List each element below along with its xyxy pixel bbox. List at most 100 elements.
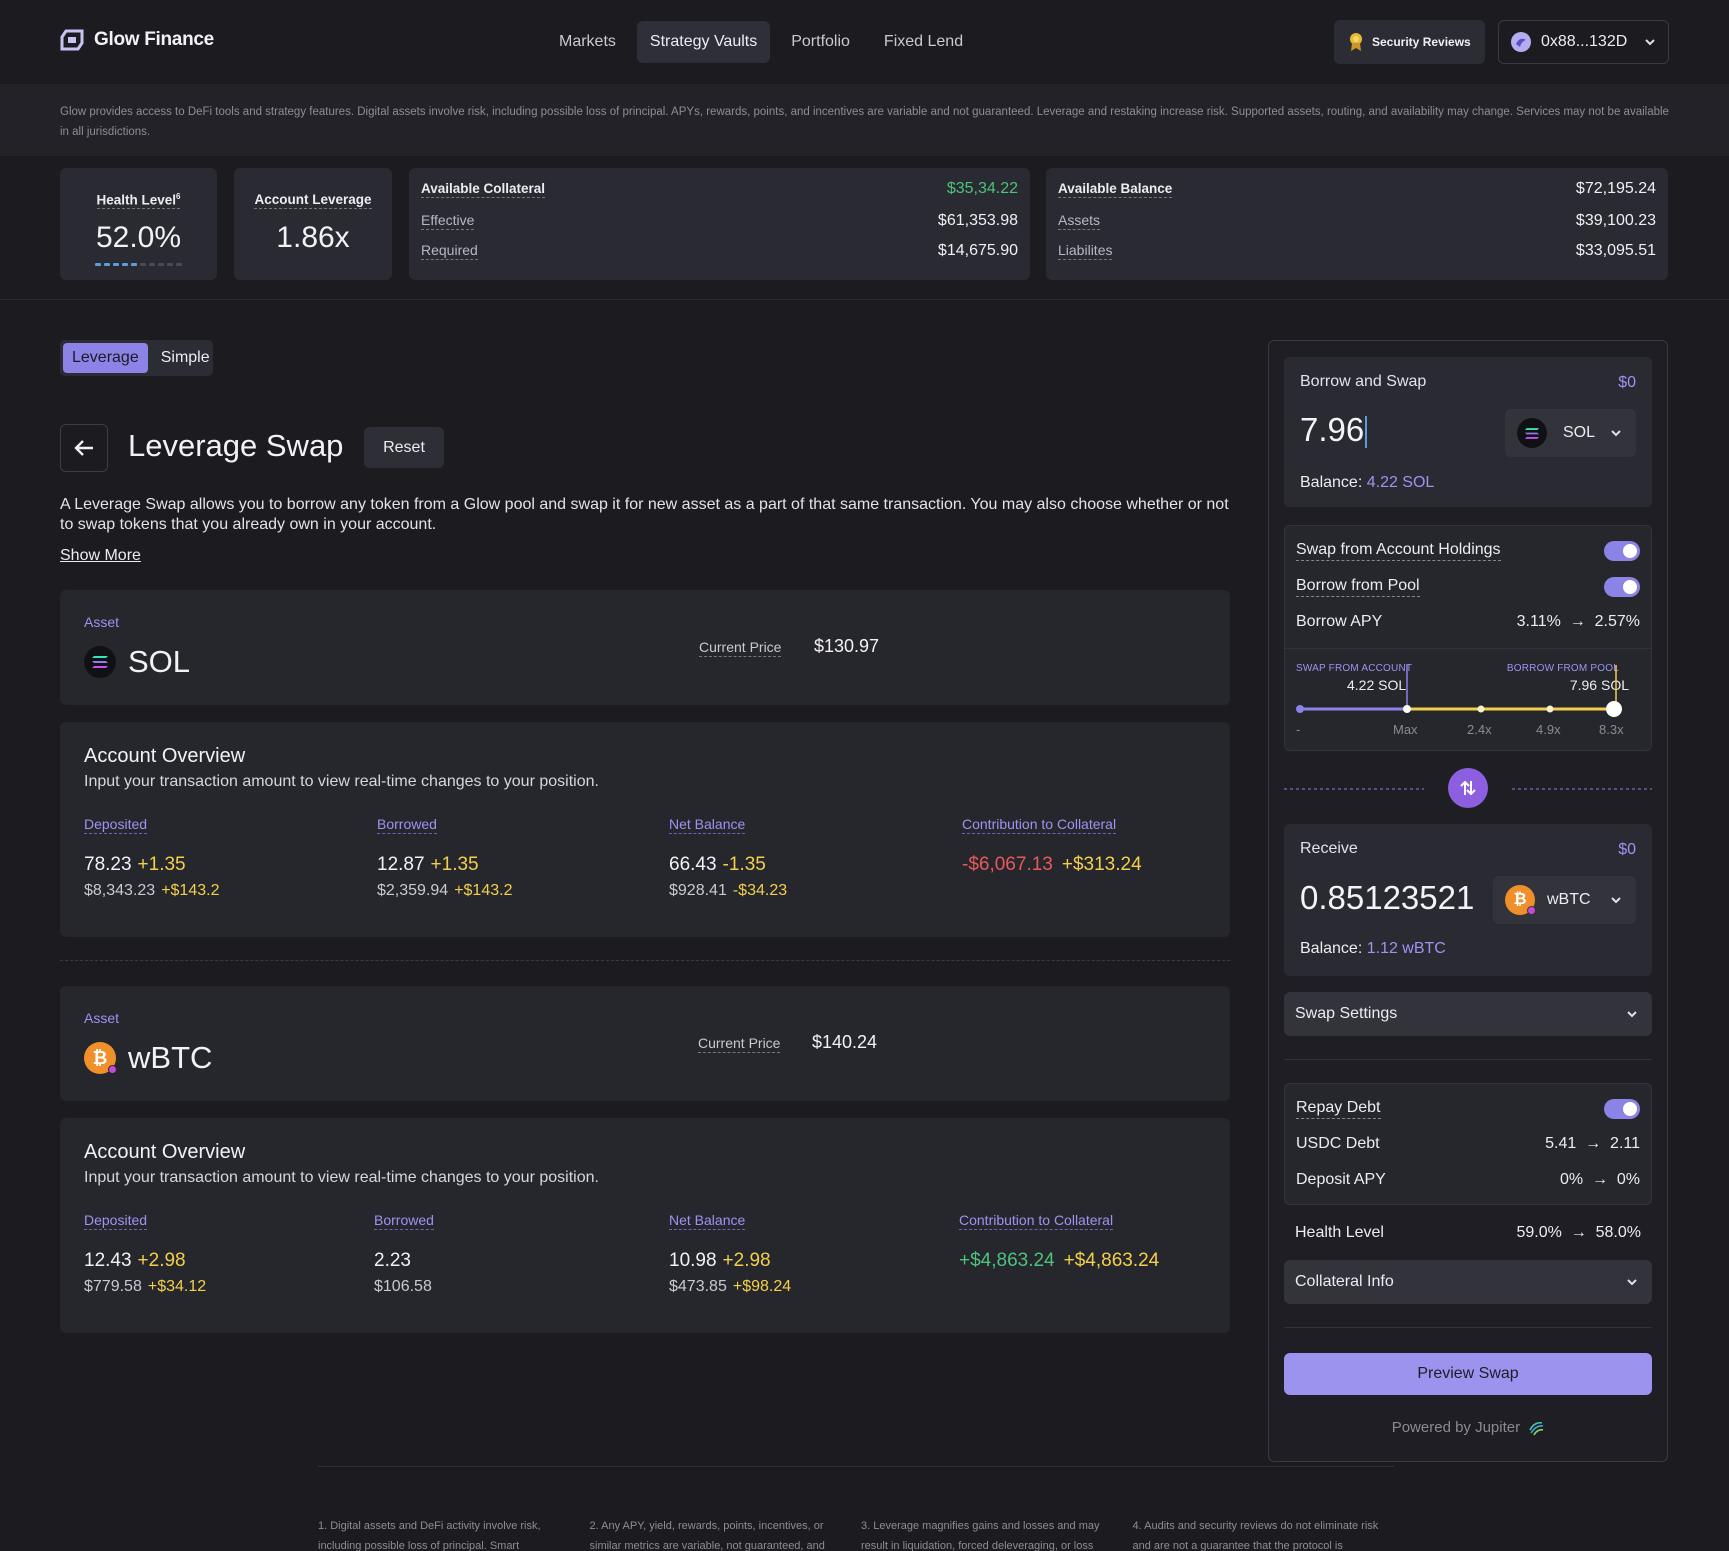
wallet-address: 0x88...132D <box>1541 33 1628 50</box>
contribution-label[interactable]: Contribution to Collateral <box>962 816 1117 834</box>
collateral-info-accordion[interactable]: Collateral Info <box>1284 1260 1652 1304</box>
mode-leverage[interactable]: Leverage <box>63 343 148 373</box>
back-button[interactable] <box>60 424 108 472</box>
available-balance-card: Available Balance $72,195.24 Assets $39,… <box>1046 168 1668 280</box>
net-balance-label[interactable]: Net Balance <box>669 1212 746 1230</box>
chevron-down-icon <box>1627 1011 1637 1018</box>
assets-value: $39,100.23 <box>1575 212 1656 229</box>
overview-title: Account Overview <box>84 1141 246 1163</box>
receive-box: Receive $0 0.85123521 ₿ wBTC Balance: 1.… <box>1284 824 1652 976</box>
current-price-label[interactable]: Current Price <box>699 639 782 657</box>
contribution-value: -$6,067.13 <box>962 854 1053 875</box>
health-level-card: Health Level6 52.0% <box>60 168 217 280</box>
deposited-label[interactable]: Deposited <box>84 1212 148 1230</box>
asset-panel-wbtc: Asset ₿ wBTC Current Price $140.24 <box>60 986 1230 1101</box>
swap-direction-button[interactable] <box>1448 768 1488 808</box>
swap-from-holdings-toggle[interactable] <box>1604 541 1640 561</box>
receive-token-symbol: wBTC <box>1547 891 1591 908</box>
slider-tick-4-9x: 4.9x <box>1536 722 1561 737</box>
borrow-apy-row: Borrow APY 3.11% → 2.57% <box>1296 613 1640 631</box>
repay-debt-label[interactable]: Repay Debt <box>1296 1099 1381 1119</box>
borrow-amount-value: 7.96 <box>1300 411 1365 448</box>
swap-settings-label: Swap Settings <box>1295 1005 1398 1022</box>
award-icon <box>1350 33 1362 51</box>
deposited-value: 78.23 <box>84 854 132 875</box>
logo[interactable]: Glow Finance <box>60 28 214 52</box>
preview-swap-button[interactable]: Preview Swap <box>1284 1353 1652 1395</box>
health-level-title[interactable]: Health Level6 <box>96 192 181 209</box>
mode-toggle: Leverage Simple <box>60 340 213 376</box>
net-balance-delta: -1.35 <box>722 854 766 875</box>
receive-token-select[interactable]: ₿ wBTC <box>1493 876 1636 924</box>
asset-symbol: SOL <box>128 644 191 679</box>
footnote-4: 4. Audits and security reviews do not el… <box>1132 1520 1379 1551</box>
asset-name: ₿ wBTC <box>84 1040 212 1076</box>
deposited-label[interactable]: Deposited <box>84 816 148 834</box>
contribution-delta: +$4,863.24 <box>1063 1250 1160 1271</box>
page-description: A Leverage Swap allows you to borrow any… <box>60 496 1229 533</box>
net-balance-usd: $928.41 <box>669 882 727 899</box>
net-balance-value: 10.98 <box>669 1250 717 1271</box>
footnote-1: 1. Digital assets and DeFi activity invo… <box>318 1520 541 1551</box>
borrowed-value: 2.23 <box>374 1250 411 1271</box>
powered-by-jupiter: Powered by Jupiter <box>1269 1419 1667 1436</box>
required-value: $14,675.90 <box>937 242 1018 259</box>
borrow-swap-title: Borrow and Swap <box>1300 373 1427 390</box>
swap-from-holdings-row: Swap from Account Holdings <box>1296 541 1640 561</box>
nav-strategy-vaults[interactable]: Strategy Vaults <box>636 21 771 63</box>
borrow-token-select[interactable]: SOL <box>1505 409 1636 457</box>
chevron-down-icon <box>1645 39 1655 46</box>
account-stats: Health Level6 52.0% Account Leverage 1.8… <box>0 156 1729 300</box>
security-reviews-button[interactable]: Security Reviews <box>1334 20 1485 64</box>
usdc-debt-change: 5.41 → 2.11 <box>1545 1135 1640 1152</box>
nav-markets[interactable]: Markets <box>546 21 629 63</box>
borrow-amount-input[interactable]: 7.96 <box>1300 411 1368 449</box>
repay-debt-toggle[interactable] <box>1604 1099 1640 1119</box>
nav-portfolio[interactable]: Portfolio <box>778 21 863 63</box>
footnote-3: 3. Leverage magnifies gains and losses a… <box>861 1520 1100 1551</box>
borrow-from-pool-toggle[interactable] <box>1604 577 1640 597</box>
overview-title: Account Overview <box>84 745 246 767</box>
deposit-apy-row: Deposit APY 0% → 0% <box>1296 1171 1640 1189</box>
available-collateral-value: $35,34.22 <box>946 180 1018 197</box>
health-level-row: Health Level 59.0% → 58.0% <box>1295 1224 1641 1242</box>
footnotes: 1. Digital assets and DeFi activity invo… <box>318 1516 1394 1551</box>
borrowed-label[interactable]: Borrowed <box>377 816 437 834</box>
required-label[interactable]: Required <box>421 242 478 260</box>
account-leverage-title[interactable]: Account Leverage <box>254 192 372 209</box>
swap-from-holdings-label[interactable]: Swap from Account Holdings <box>1296 541 1501 561</box>
sol-token-icon <box>84 646 116 678</box>
repay-debt-box: Repay Debt USDC Debt 5.41 → 2.11 Deposit… <box>1284 1083 1652 1205</box>
available-collateral-title[interactable]: Available Collateral <box>421 181 546 198</box>
assets-label[interactable]: Assets <box>1058 212 1101 230</box>
repay-debt-row: Repay Debt <box>1296 1099 1640 1119</box>
current-price-value: $130.97 <box>814 636 880 656</box>
text-caret <box>1365 416 1368 449</box>
current-price-label[interactable]: Current Price <box>698 1035 781 1053</box>
show-more-link[interactable]: Show More <box>60 547 141 565</box>
contribution-label[interactable]: Contribution to Collateral <box>959 1212 1114 1230</box>
leverage-slider[interactable]: SWAP FROM ACCOUNT 4.22 SOL BORROW FROM P… <box>1285 648 1651 750</box>
borrow-apy-change: 3.11% → 2.57% <box>1516 613 1640 630</box>
overview-deposited: Deposited 78.23 +1.35 $8,343.23 +$143.2 <box>84 816 219 900</box>
swap-settings-accordion[interactable]: Swap Settings <box>1284 992 1652 1036</box>
nav-fixed-lend[interactable]: Fixed Lend <box>871 21 976 63</box>
receive-balance-value: 1.12 wBTC <box>1366 940 1446 957</box>
borrow-from-pool-label[interactable]: Borrow from Pool <box>1296 577 1420 597</box>
borrowed-label[interactable]: Borrowed <box>374 1212 434 1230</box>
liabilities-label[interactable]: Liabilites <box>1058 242 1113 260</box>
effective-label[interactable]: Effective <box>421 212 475 230</box>
reset-button[interactable]: Reset <box>364 427 444 468</box>
footer-divider <box>318 1466 1394 1467</box>
overview-borrowed: Borrowed 2.23 $106.58 <box>374 1212 434 1296</box>
borrow-token-symbol: SOL <box>1563 424 1596 441</box>
available-balance-title[interactable]: Available Balance <box>1058 181 1173 198</box>
mode-simple[interactable]: Simple <box>152 343 219 373</box>
deposited-value: 12.43 <box>84 1250 132 1271</box>
borrow-apy-label: Borrow APY <box>1296 613 1383 630</box>
contribution-delta: +$313.24 <box>1061 854 1142 875</box>
asset-panel-sol: Asset SOL Current Price $130.97 <box>60 590 1230 705</box>
net-balance-label[interactable]: Net Balance <box>669 816 746 834</box>
borrowed-usd: $106.58 <box>374 1278 432 1295</box>
wallet-button[interactable]: 0x88...132D <box>1498 20 1669 64</box>
